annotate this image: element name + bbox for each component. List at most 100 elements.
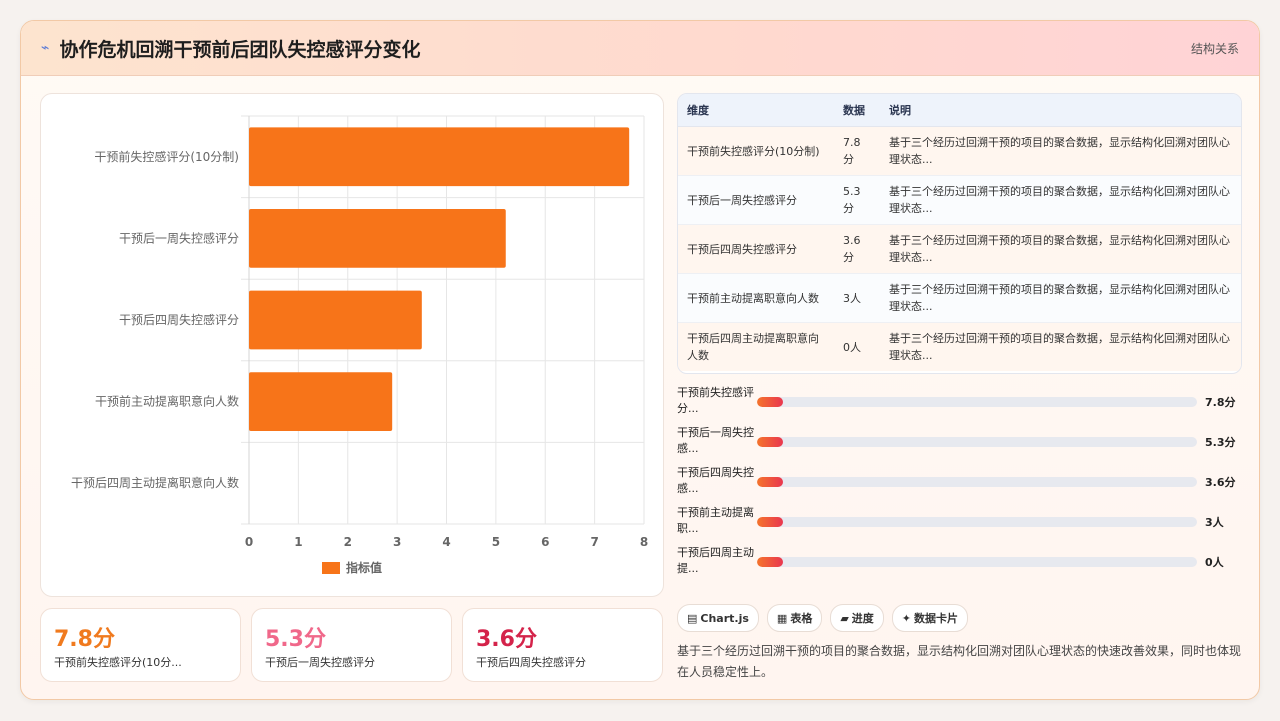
- y-tick-label: 干预后一周失控感评分: [119, 230, 239, 245]
- x-tick-label: 3: [393, 535, 401, 549]
- progress-value: 0人: [1205, 556, 1224, 569]
- progress-label: 干预后四周失控感...: [677, 466, 754, 495]
- header: ⌁ 协作危机回溯干预前后团队失控感评分变化 结构关系: [21, 21, 1259, 76]
- progress-track: [757, 477, 1197, 487]
- y-tick-label: 干预后四周主动提离职意向人数: [71, 475, 239, 490]
- kpi-label: 干预前失控感评分(10分...: [54, 656, 182, 669]
- progress-icon: ▰: [840, 611, 849, 625]
- progress-label: 干预前主动提离职...: [677, 506, 754, 535]
- progress-row: 干预后四周主动提... 0人: [677, 543, 1240, 583]
- bar: [249, 290, 422, 350]
- tag-label: 数据卡片: [914, 612, 959, 625]
- cell-dimension: 干预前主动提离职意向人数: [678, 273, 834, 323]
- bar-chart-svg: 干预前失控感评分(10分制) 干预后一周失控感评分干预后四周失控感评分干预前主动提…: [71, 115, 648, 575]
- progress-row: 干预前失控感评分... 7.8分: [677, 383, 1240, 423]
- cell-dimension: 干预前失控感评分(10分制): [678, 126, 834, 176]
- x-tick-label: 0: [245, 535, 253, 549]
- x-tick-label: 1: [294, 535, 302, 549]
- legend-swatch: [322, 562, 340, 574]
- tag-progress[interactable]: ▰ 进度: [830, 604, 884, 632]
- tag-label: 进度: [851, 612, 874, 625]
- kpi-label: 干预后四周失控感评分: [476, 656, 586, 669]
- table-row: 干预后四周主动提离职意向人数 0人 基于三个经历过回溯干预的项目的聚合数据，显示…: [678, 322, 1241, 371]
- card-icon: ✦: [901, 611, 912, 625]
- kpi-card: 3.6分 干预后四周失控感评分: [462, 608, 663, 682]
- tag-label: Chart.js: [700, 611, 749, 625]
- progress-value: 3人: [1205, 516, 1224, 529]
- data-table: 维度 数据 说明 干预前失控感评分(10分制) 7.8分 基于三个经历过回溯干预…: [677, 93, 1242, 374]
- progress-fill: [757, 477, 784, 487]
- progress-label: 干预后四周主动提...: [677, 546, 754, 575]
- progress-fill: [757, 557, 784, 567]
- table-icon: ▦: [776, 611, 788, 625]
- header-right-label[interactable]: 结构关系: [1191, 40, 1239, 57]
- progress-list: 干预前失控感评分... 7.8分 干预后一周失控感... 5.3分 干预后四周失…: [677, 383, 1240, 583]
- cell-value: 7.8分: [834, 126, 880, 176]
- kpi-card: 7.8分 干预前失控感评分(10分...: [40, 608, 241, 682]
- cell-value: 5.3分: [834, 175, 880, 225]
- progress-label: 干预前失控感评分...: [677, 386, 754, 415]
- description: 基于三个经历过回溯干预的项目的聚合数据，显示结构化回溯对团队心理状态的快速改善效…: [677, 644, 1242, 679]
- bar: [249, 209, 506, 268]
- legend-label: 指标值: [346, 560, 382, 575]
- dashboard-card: ⌁ 协作危机回溯干预前后团队失控感评分变化 结构关系 干预前失控感评分(10分制…: [20, 20, 1260, 700]
- progress-row: 干预后四周失控感... 3.6分: [677, 463, 1240, 503]
- cell-value: 3人: [834, 273, 880, 323]
- x-tick-label: 8: [640, 535, 648, 549]
- cell-value: 0人: [834, 322, 880, 371]
- x-tick-label: 6: [541, 535, 549, 549]
- kpi-label: 干预后一周失控感评分: [265, 656, 375, 669]
- bar: [249, 127, 630, 187]
- table-row: 干预前主动提离职意向人数 3人 基于三个经历过回溯干预的项目的聚合数据，显示结构…: [678, 273, 1241, 323]
- progress-track: [757, 517, 1197, 527]
- table-row: 干预后一周失控感评分 5.3分 基于三个经历过回溯干预的项目的聚合数据，显示结构…: [678, 175, 1241, 225]
- y-tick-label: 干预前主动提离职意向人数: [95, 394, 239, 409]
- x-tick-label: 2: [344, 535, 352, 549]
- cell-dimension: 干预后一周失控感评分: [678, 175, 834, 225]
- tag-list: ▤ Chart.js ▦ 表格 ▰ 进度 ✦ 数据卡片: [677, 604, 969, 632]
- cell-note: 基于三个经历过回溯干预的项目的聚合数据，显示结构化回溯对团队心理状态...: [880, 322, 1241, 371]
- progress-fill: [757, 397, 784, 407]
- progress-track: [757, 557, 1197, 567]
- tag-data-card[interactable]: ✦ 数据卡片: [891, 604, 969, 632]
- progress-label: 干预后一周失控感...: [677, 426, 754, 455]
- tag-label: 表格: [790, 612, 813, 625]
- table-row: 干预前失控感评分(10分制) 7.8分 基于三个经历过回溯干预的项目的聚合数据，…: [678, 126, 1241, 176]
- bar: [249, 372, 393, 431]
- kpi-value: 3.6分: [476, 627, 537, 652]
- kpi-value: 7.8分: [54, 627, 115, 652]
- progress-fill: [757, 437, 784, 447]
- progress-track: [757, 397, 1197, 407]
- progress-track: [757, 437, 1197, 447]
- tag-table[interactable]: ▦ 表格: [766, 604, 823, 632]
- progress-value: 7.8分: [1205, 396, 1236, 409]
- cell-dimension: 干预后四周失控感评分: [678, 224, 834, 274]
- cell-value: 3.6分: [834, 224, 880, 274]
- x-tick-label: 5: [492, 535, 500, 549]
- bar-chart: 干预前失控感评分(10分制) 干预后一周失控感评分 干预后四周失控感评分干预前主动提…: [40, 93, 664, 597]
- kpi-value: 5.3分: [265, 627, 326, 652]
- column-header-data: 数据: [834, 94, 880, 127]
- progress-fill: [757, 517, 784, 527]
- cell-note: 基于三个经历过回溯干预的项目的聚合数据，显示结构化回溯对团队心理状态...: [880, 175, 1241, 225]
- cell-dimension: 干预后四周主动提离职意向人数: [678, 322, 834, 371]
- cell-note: 基于三个经历过回溯干预的项目的聚合数据，显示结构化回溯对团队心理状态...: [880, 273, 1241, 323]
- y-tick-label: 干预后四周失控感评分: [119, 312, 239, 327]
- table-header-row: 维度 数据 说明: [678, 94, 1241, 127]
- x-tick-label: 4: [442, 535, 450, 549]
- cell-note: 基于三个经历过回溯干预的项目的聚合数据，显示结构化回溯对团队心理状态...: [880, 224, 1241, 274]
- y-tick-label: 干预前失控感评分(10分制): [94, 149, 239, 164]
- chart-icon: ▤: [687, 611, 698, 625]
- x-tick-label: 7: [590, 535, 598, 549]
- column-header-note: 说明: [880, 94, 1241, 127]
- progress-value: 5.3分: [1205, 436, 1236, 449]
- cell-note: 基于三个经历过回溯干预的项目的聚合数据，显示结构化回溯对团队心理状态...: [880, 126, 1241, 176]
- column-header-dimension: 维度: [678, 94, 834, 127]
- sparkle-icon: ⌁: [41, 40, 50, 56]
- progress-value: 3.6分: [1205, 476, 1236, 489]
- table-row: 干预后四周失控感评分 3.6分 基于三个经历过回溯干预的项目的聚合数据，显示结构…: [678, 224, 1241, 274]
- tag-chartjs[interactable]: ▤ Chart.js: [677, 604, 759, 632]
- progress-row: 干预前主动提离职... 3人: [677, 503, 1240, 543]
- page-title: 协作危机回溯干预前后团队失控感评分变化: [59, 38, 421, 61]
- kpi-card: 5.3分 干预后一周失控感评分: [251, 608, 452, 682]
